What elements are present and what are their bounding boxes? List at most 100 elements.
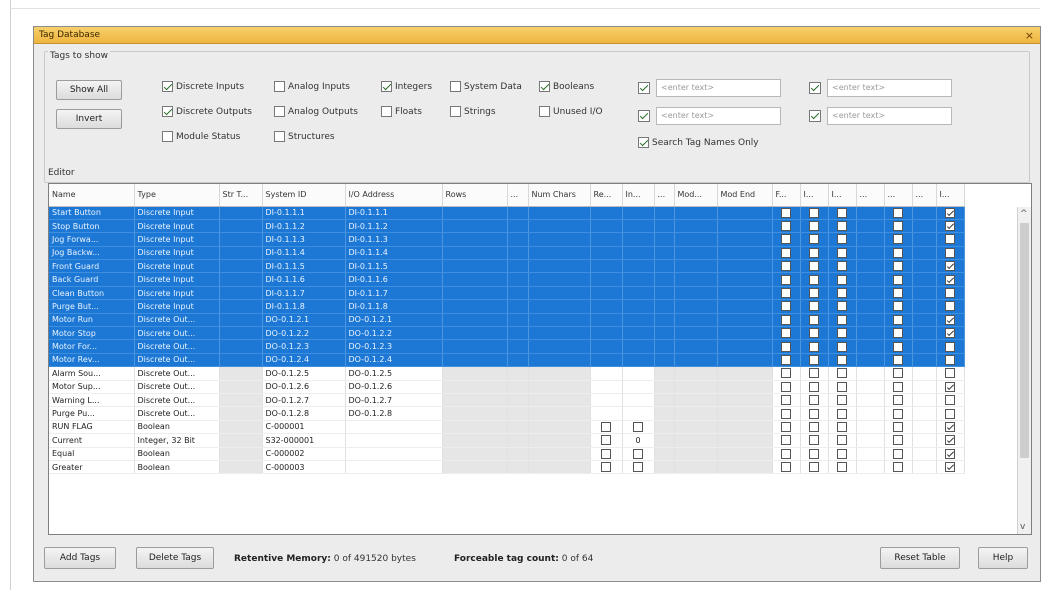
table-cell[interactable] <box>528 339 591 354</box>
table-cell[interactable] <box>884 259 913 274</box>
table-cell[interactable] <box>800 433 829 448</box>
table-cell[interactable] <box>772 286 801 301</box>
table-cell[interactable] <box>442 353 508 368</box>
table-cell[interactable] <box>828 339 857 354</box>
table-cell[interactable] <box>442 380 508 394</box>
table-cell[interactable]: Purge But... <box>49 299 135 314</box>
table-cell[interactable]: Motor Rev... <box>49 353 135 368</box>
table-row[interactable]: Back Guard Discrete Input DI-0.1.1.6 DI-0.1… <box>49 272 965 287</box>
checkbox-icon[interactable] <box>539 106 550 117</box>
table-cell[interactable] <box>717 366 773 381</box>
table-cell[interactable] <box>442 206 508 220</box>
table-cell[interactable] <box>590 219 623 234</box>
column-header[interactable]: ... <box>856 184 885 207</box>
column-header[interactable]: Rows <box>442 184 508 207</box>
table-cell[interactable] <box>912 272 937 287</box>
column-header[interactable]: Str T... <box>219 184 263 207</box>
help-button[interactable]: Help <box>978 547 1028 569</box>
table-cell[interactable] <box>912 259 937 274</box>
table-cell[interactable] <box>507 393 529 408</box>
checkbox-icon[interactable] <box>781 247 791 258</box>
table-cell[interactable] <box>219 272 263 287</box>
table-cell[interactable]: DO-0.1.2.1 <box>262 313 346 328</box>
table-cell[interactable]: Warning L... <box>49 393 135 408</box>
table-cell[interactable] <box>800 206 829 220</box>
table-cell[interactable] <box>528 406 591 421</box>
checkbox-icon[interactable] <box>809 207 819 218</box>
filter-system-data[interactable]: System Data <box>450 81 522 92</box>
table-cell[interactable] <box>936 299 965 314</box>
checkbox-icon[interactable] <box>450 81 461 92</box>
table-cell[interactable] <box>590 246 623 261</box>
table-cell[interactable] <box>442 393 508 408</box>
table-cell[interactable] <box>442 433 508 448</box>
checkbox-icon[interactable] <box>809 234 819 245</box>
table-cell[interactable] <box>674 366 718 381</box>
table-cell[interactable] <box>772 232 801 247</box>
table-cell[interactable]: Boolean <box>134 447 220 461</box>
column-header[interactable]: I/O Address <box>345 184 443 207</box>
checkbox-icon[interactable] <box>893 341 903 352</box>
table-cell[interactable] <box>828 460 857 475</box>
column-header[interactable]: ... <box>507 184 529 207</box>
search-input[interactable]: <enter text> <box>827 79 952 97</box>
table-cell[interactable] <box>654 232 675 247</box>
checkbox-icon[interactable] <box>781 381 791 392</box>
table-cell[interactable] <box>590 460 623 475</box>
checkbox-icon[interactable] <box>893 408 903 419</box>
checkbox-icon[interactable] <box>837 381 847 392</box>
checkbox-icon[interactable] <box>945 274 955 285</box>
table-cell[interactable] <box>856 447 885 461</box>
checkbox-icon[interactable] <box>837 247 847 258</box>
table-cell[interactable] <box>219 460 263 475</box>
table-cell[interactable] <box>800 313 829 328</box>
search-input[interactable]: <enter text> <box>656 107 781 125</box>
filter-analog-inputs[interactable]: Analog Inputs <box>274 81 350 92</box>
table-cell[interactable] <box>717 339 773 354</box>
checkbox-icon[interactable] <box>809 408 819 419</box>
table-cell[interactable] <box>912 232 937 247</box>
checkbox-icon[interactable] <box>809 288 819 299</box>
checkbox-icon[interactable] <box>381 81 392 92</box>
table-cell[interactable]: Integer, 32 Bit <box>134 433 220 448</box>
table-cell[interactable] <box>884 406 913 421</box>
table-cell[interactable] <box>856 246 885 261</box>
table-cell[interactable]: DI-0.1.1.5 <box>262 259 346 274</box>
table-cell[interactable] <box>219 339 263 354</box>
table-cell[interactable] <box>912 447 937 461</box>
table-cell[interactable] <box>622 420 655 435</box>
table-cell[interactable] <box>622 313 655 328</box>
table-cell[interactable] <box>717 353 773 368</box>
checkbox-icon[interactable] <box>809 221 819 232</box>
table-cell[interactable] <box>528 393 591 408</box>
checkbox-icon[interactable] <box>945 207 955 218</box>
table-cell[interactable] <box>507 460 529 475</box>
table-cell[interactable] <box>800 286 829 301</box>
table-cell[interactable] <box>219 393 263 408</box>
table-cell[interactable] <box>717 393 773 408</box>
table-cell[interactable] <box>590 286 623 301</box>
table-cell[interactable] <box>622 326 655 341</box>
table-cell[interactable] <box>654 420 675 435</box>
table-cell[interactable] <box>884 219 913 234</box>
checkbox-icon[interactable] <box>601 435 611 446</box>
table-cell[interactable] <box>528 353 591 368</box>
table-cell[interactable] <box>717 460 773 475</box>
checkbox-icon[interactable] <box>781 421 791 432</box>
table-cell[interactable]: S32-000001 <box>262 433 346 448</box>
checkbox-icon[interactable] <box>945 247 955 258</box>
checkbox-icon[interactable] <box>781 207 791 218</box>
table-cell[interactable]: DI-0.1.1.6 <box>262 272 346 287</box>
column-header[interactable]: F... <box>772 184 801 207</box>
table-cell[interactable]: C-000003 <box>262 460 346 475</box>
table-cell[interactable] <box>717 433 773 448</box>
checkbox-icon[interactable] <box>601 448 611 459</box>
table-cell[interactable] <box>884 420 913 435</box>
table-cell[interactable] <box>772 433 801 448</box>
table-cell[interactable] <box>884 460 913 475</box>
table-cell[interactable] <box>717 259 773 274</box>
table-cell[interactable] <box>654 393 675 408</box>
checkbox-icon[interactable] <box>837 341 847 352</box>
table-cell[interactable] <box>800 339 829 354</box>
table-cell[interactable] <box>590 313 623 328</box>
